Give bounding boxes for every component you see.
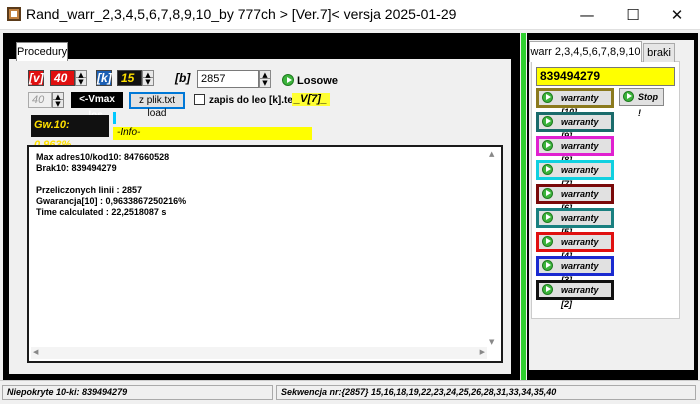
- panel-splitter[interactable]: [521, 33, 526, 380]
- scroll-down-icon[interactable]: ▼: [489, 338, 494, 346]
- spin-up-icon[interactable]: ▲: [260, 71, 270, 79]
- result-line: Time calculated : 22,2518087 s: [36, 207, 167, 217]
- vmax-value-field: 40: [28, 92, 52, 108]
- scroll-left-icon[interactable]: ◀: [33, 348, 38, 356]
- maximize-button[interactable]: ☐: [610, 0, 656, 30]
- spin-up-icon[interactable]: ▲: [53, 93, 63, 101]
- spin-down-icon[interactable]: ▼: [76, 78, 86, 86]
- vmax-random-button[interactable]: <-Vmax los.: [71, 92, 123, 121]
- warranty-6-button[interactable]: warranty [6]: [536, 184, 614, 213]
- v-label: [v]: [28, 70, 44, 86]
- b-label: [b]: [175, 71, 191, 85]
- k-value-input[interactable]: 15: [117, 70, 142, 86]
- v-value-input[interactable]: 40: [50, 70, 75, 86]
- results-textbox[interactable]: Max adres10/kod10: 847660528 Brak10: 839…: [27, 145, 503, 363]
- window-title: Rand_warr_2,3,4,5,6,7,8,9,10_by 777ch > …: [26, 6, 457, 22]
- app-window: Rand_warr_2,3,4,5,6,7,8,9,10_by 777ch > …: [0, 0, 700, 404]
- tab-warr[interactable]: warr 2,3,4,5,6,7,8,9,10: [529, 41, 642, 62]
- play-icon: [542, 284, 553, 295]
- spin-down-icon[interactable]: ▼: [53, 100, 63, 108]
- vertical-scrollbar[interactable]: ▲ ▼: [487, 149, 499, 347]
- losowe-play-icon[interactable]: [282, 74, 294, 86]
- status-uncovered: Niepokryte 10-ki: 839494279: [2, 385, 273, 400]
- result-line: Przeliczonych linii : 2857: [36, 185, 143, 195]
- b-value-input[interactable]: 2857: [197, 70, 259, 88]
- warranty-4-button[interactable]: warranty [4]: [536, 232, 614, 261]
- horizontal-scrollbar[interactable]: ◀ ▶: [31, 347, 487, 359]
- losowe-button[interactable]: Losowe: [297, 75, 338, 87]
- save-leo-label: zapis do leo [k].text: [209, 95, 302, 106]
- status-sequence: Sekwencja nr:{2857} 15,16,18,19,22,23,24…: [276, 385, 696, 400]
- progress-indicator: [113, 112, 116, 124]
- v-spinner[interactable]: ▲ ▼: [75, 70, 87, 86]
- warranty-7-button[interactable]: warranty [7]: [536, 160, 614, 189]
- play-icon: [542, 236, 553, 247]
- play-icon: [542, 164, 553, 175]
- play-icon: [542, 260, 553, 271]
- play-icon: [542, 140, 553, 151]
- save-leo-checkbox[interactable]: [194, 94, 205, 105]
- play-icon: [542, 116, 553, 127]
- spin-down-icon[interactable]: ▼: [260, 79, 270, 87]
- spin-up-icon[interactable]: ▲: [76, 71, 86, 79]
- minimize-button[interactable]: —: [564, 0, 610, 30]
- play-icon: [623, 91, 634, 102]
- k-label: [k]: [96, 70, 112, 86]
- app-icon: [7, 7, 21, 21]
- warranty-2-button[interactable]: warranty [2]: [536, 280, 614, 309]
- warranty-3-button[interactable]: warranty [3]: [536, 256, 614, 285]
- scroll-up-icon[interactable]: ▲: [489, 150, 494, 158]
- title-bar: Rand_warr_2,3,4,5,6,7,8,9,10_by 777ch > …: [0, 0, 700, 30]
- play-icon: [542, 212, 553, 223]
- result-line: Max adres10/kod10: 847660528: [36, 152, 170, 162]
- status-bar: Niepokryte 10-ki: 839494279 Sekwencja nr…: [0, 380, 700, 404]
- tab-braki[interactable]: braki: [643, 43, 675, 62]
- play-icon: [542, 188, 553, 199]
- b-spinner[interactable]: ▲ ▼: [259, 70, 271, 88]
- guarantee-display: Gw.10: 0,963%: [31, 115, 109, 151]
- close-button[interactable]: ✕: [654, 0, 700, 30]
- result-line: Brak10: 839494279: [36, 163, 117, 173]
- version-tag: _V[7]_: [292, 93, 330, 106]
- vmax-spinner[interactable]: ▲ ▼: [52, 92, 64, 108]
- spin-down-icon[interactable]: ▼: [143, 78, 153, 86]
- play-icon: [542, 92, 553, 103]
- scroll-right-icon[interactable]: ▶: [480, 348, 485, 356]
- warranty-5-button[interactable]: warranty [5]: [536, 208, 614, 237]
- missing-number-display: 839494279: [536, 67, 675, 86]
- stop-button[interactable]: Stop !: [619, 88, 664, 118]
- info-bar: -Info-: [113, 127, 312, 140]
- warranty-9-button[interactable]: warranty [9]: [536, 112, 614, 141]
- tab-procedury[interactable]: Procedury: [16, 42, 68, 61]
- spin-up-icon[interactable]: ▲: [143, 71, 153, 79]
- result-line: Gwarancja[10] : 0,9633867250216%: [36, 196, 187, 206]
- load-from-file-button[interactable]: z plik.txt load: [129, 92, 185, 119]
- k-spinner[interactable]: ▲ ▼: [142, 70, 154, 86]
- warranty-10-button[interactable]: warranty [10]: [536, 88, 614, 117]
- warranty-8-button[interactable]: warranty [8]: [536, 136, 614, 165]
